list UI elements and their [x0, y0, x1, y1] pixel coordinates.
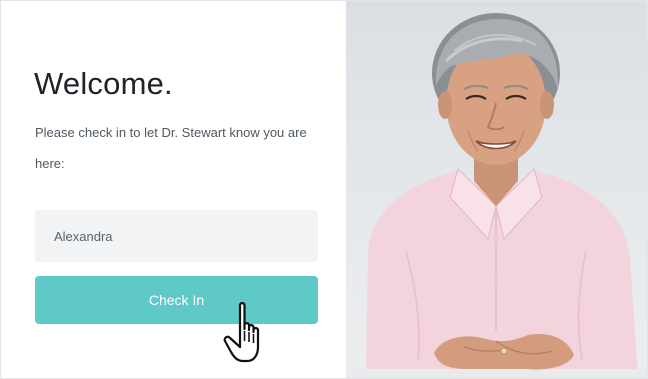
patient-photo — [346, 1, 647, 378]
checkin-screen: Welcome. Please check in to let Dr. Stew… — [0, 0, 648, 379]
checkin-form-panel: Welcome. Please check in to let Dr. Stew… — [1, 1, 346, 378]
checkin-instructions: Please check in to let Dr. Stewart know … — [35, 125, 307, 171]
elderly-woman-illustration — [346, 13, 647, 378]
welcome-title: Welcome. — [34, 66, 173, 101]
name-input[interactable] — [35, 210, 318, 262]
check-in-button[interactable]: Check In — [35, 276, 318, 324]
